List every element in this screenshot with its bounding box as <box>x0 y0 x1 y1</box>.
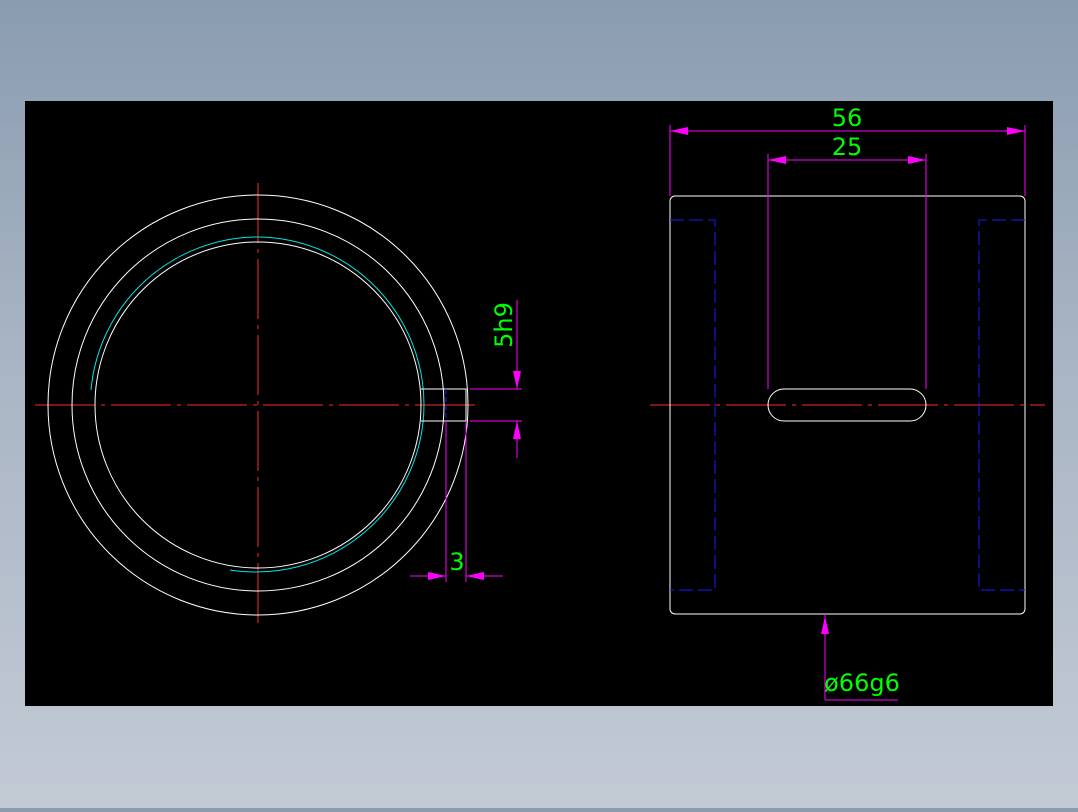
cad-viewport-stage: 5h9 3 56 25 ø66g6 <box>0 0 1078 808</box>
slot-label: 25 <box>832 133 863 161</box>
keyway-width-label: 5h9 <box>490 302 518 348</box>
cad-drawing: 5h9 3 56 25 ø66g6 <box>25 101 1053 706</box>
length-label: 56 <box>832 104 863 132</box>
diameter-label: ø66g6 <box>824 669 900 697</box>
drawing-canvas[interactable] <box>25 101 1053 706</box>
keyway-depth-label: 3 <box>449 548 464 576</box>
